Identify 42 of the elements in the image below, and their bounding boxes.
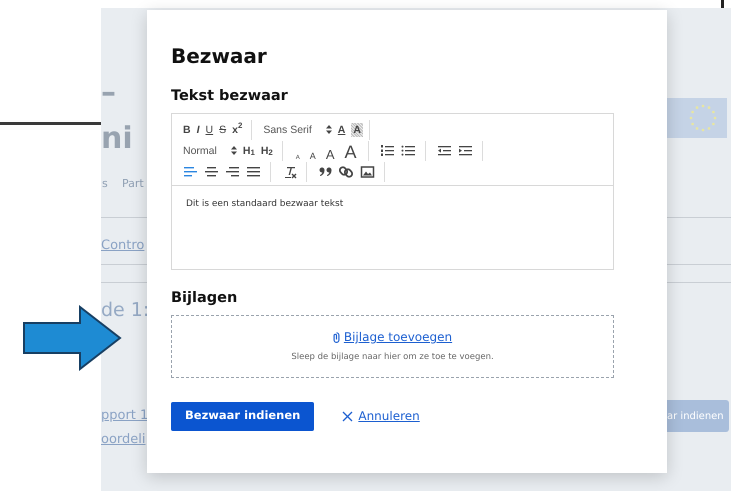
bold-button[interactable]: B: [180, 120, 194, 140]
editor-text: Dit is een standaard bezwaar tekst: [185, 198, 344, 211]
page-heading: ni: [101, 120, 133, 158]
underline-button[interactable]: U: [202, 120, 216, 140]
field-label: Tekst bezwaar: [171, 87, 289, 106]
heading-button[interactable]: H$_{2}$: [258, 140, 276, 161]
caret-icon: [230, 146, 237, 156]
numbered-list-icon: [380, 144, 394, 158]
link-icon: [339, 164, 354, 179]
align-right-icon: [225, 164, 240, 179]
justify-icon: [246, 164, 261, 179]
font-size-button[interactable]: A: [339, 140, 362, 161]
font-size-button[interactable]: A: [304, 140, 321, 161]
drop-hint: Sleep de bijlage naar hier om ze toe te voegen.: [291, 351, 494, 364]
strikethrough-button[interactable]: S: [216, 120, 230, 140]
flag-icon: [667, 98, 727, 138]
highlight-button[interactable]: A: [351, 122, 363, 137]
heading-button[interactable]: H$_{1}$: [240, 140, 258, 161]
field-label: Bijlagen: [171, 288, 238, 308]
cancel-button[interactable]: Annuleren: [342, 407, 420, 425]
close-icon: [342, 410, 354, 422]
format-dropdown[interactable]: Sans Serif: [260, 120, 335, 140]
paperclip-icon: [332, 332, 340, 343]
image-icon: [360, 164, 375, 179]
section-heading: de 1:: [101, 298, 150, 323]
add-attachment-link[interactable]: Bijlage toevoegen: [332, 328, 452, 346]
align-left-icon: [183, 164, 198, 179]
clear-format-icon: [282, 164, 297, 179]
font-size-button[interactable]: A: [320, 140, 340, 161]
italic-button[interactable]: I: [194, 120, 203, 140]
indent-icon: [458, 144, 472, 158]
align-center-icon: [204, 164, 219, 179]
outdent-icon: [436, 144, 452, 158]
submit-button[interactable]: Bezwaar indienen: [171, 402, 314, 430]
bullet-list-icon: [400, 144, 416, 158]
dialog-title: Bezwaar: [171, 44, 268, 68]
superscript-button[interactable]: x$^{2}$: [229, 120, 246, 140]
page-heading: –: [101, 74, 116, 112]
quote-icon: [318, 164, 333, 179]
caret-icon: [326, 125, 332, 134]
format-dropdown[interactable]: Normal: [180, 140, 240, 161]
text-color-button[interactable]: A: [334, 120, 348, 140]
